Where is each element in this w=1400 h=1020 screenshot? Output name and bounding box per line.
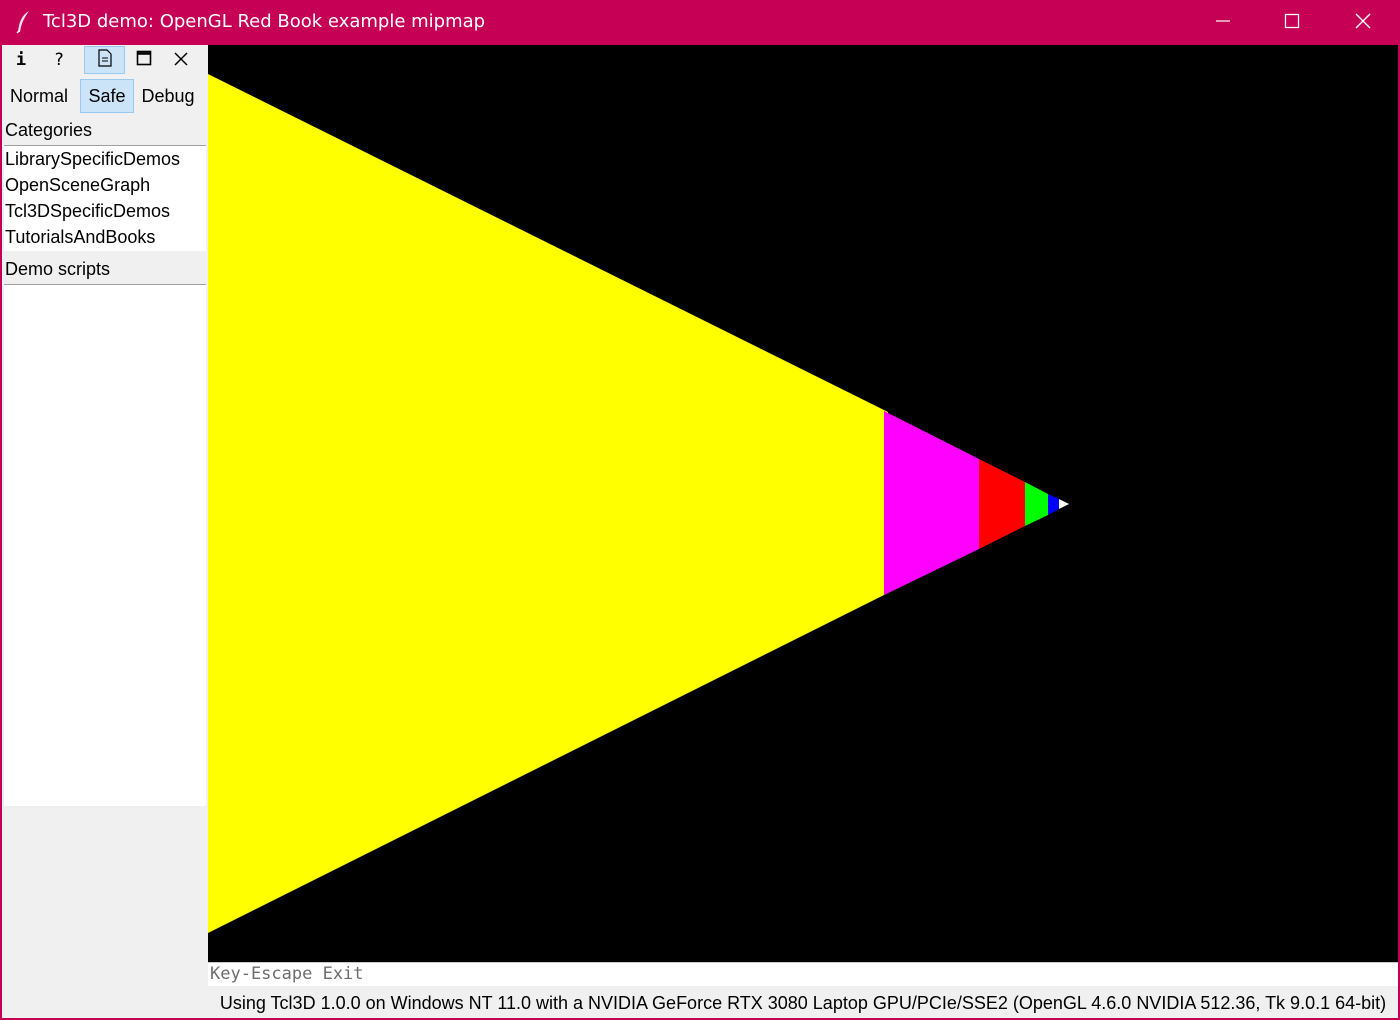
opengl-canvas[interactable] [208,45,1398,962]
app-window: Tcl3D demo: OpenGL Red Book example mipm… [0,0,1400,1020]
maximize-icon [136,50,152,70]
status-bar: Using Tcl3D 1.0.0 on Windows NT 11.0 wit… [219,993,1387,1013]
list-item[interactable]: Tcl3DSpecificDemos [4,198,206,224]
demo-scripts-label: Demo scripts [5,259,111,279]
info-icon: i [15,50,27,70]
exit-button[interactable] [162,46,200,74]
maximize-button[interactable] [1257,0,1327,45]
document-icon [97,49,113,71]
close-icon [1354,12,1372,34]
help-button[interactable]: ? [40,46,78,74]
demo-scripts-list[interactable] [4,284,206,806]
feather-icon [14,10,34,34]
minimize-button[interactable] [1188,0,1258,45]
toolbar: i ? [2,45,208,75]
fullscreen-button[interactable] [125,46,163,74]
view-source-button[interactable] [84,46,125,74]
close-window-button[interactable] [1328,0,1398,45]
client-area: i ? Normal Safe Debug Categories Library… [2,45,1398,1018]
help-icon: ? [53,50,65,70]
list-item[interactable]: OpenSceneGraph [4,172,206,198]
mode-normal-button[interactable]: Normal [4,79,74,113]
minimize-icon [1215,13,1231,33]
mode-debug-button[interactable]: Debug [136,79,200,113]
categories-label: Categories [5,120,93,140]
maximize-icon [1284,13,1300,33]
mipmap-render [208,45,1398,962]
window-title: Tcl3D demo: OpenGL Red Book example mipm… [43,11,486,32]
mode-selector: Normal Safe Debug [2,79,208,113]
mode-safe-button[interactable]: Safe [80,79,134,113]
console-input[interactable]: Key-Escape Exit [208,962,1398,986]
list-item[interactable]: LibrarySpecificDemos [4,146,206,172]
close-icon [174,51,188,70]
list-item[interactable]: TutorialsAndBooks [4,224,206,250]
title-bar[interactable]: Tcl3D demo: OpenGL Red Book example mipm… [0,0,1400,45]
info-button[interactable]: i [2,46,40,74]
categories-list[interactable]: LibrarySpecificDemos OpenSceneGraph Tcl3… [4,145,206,251]
